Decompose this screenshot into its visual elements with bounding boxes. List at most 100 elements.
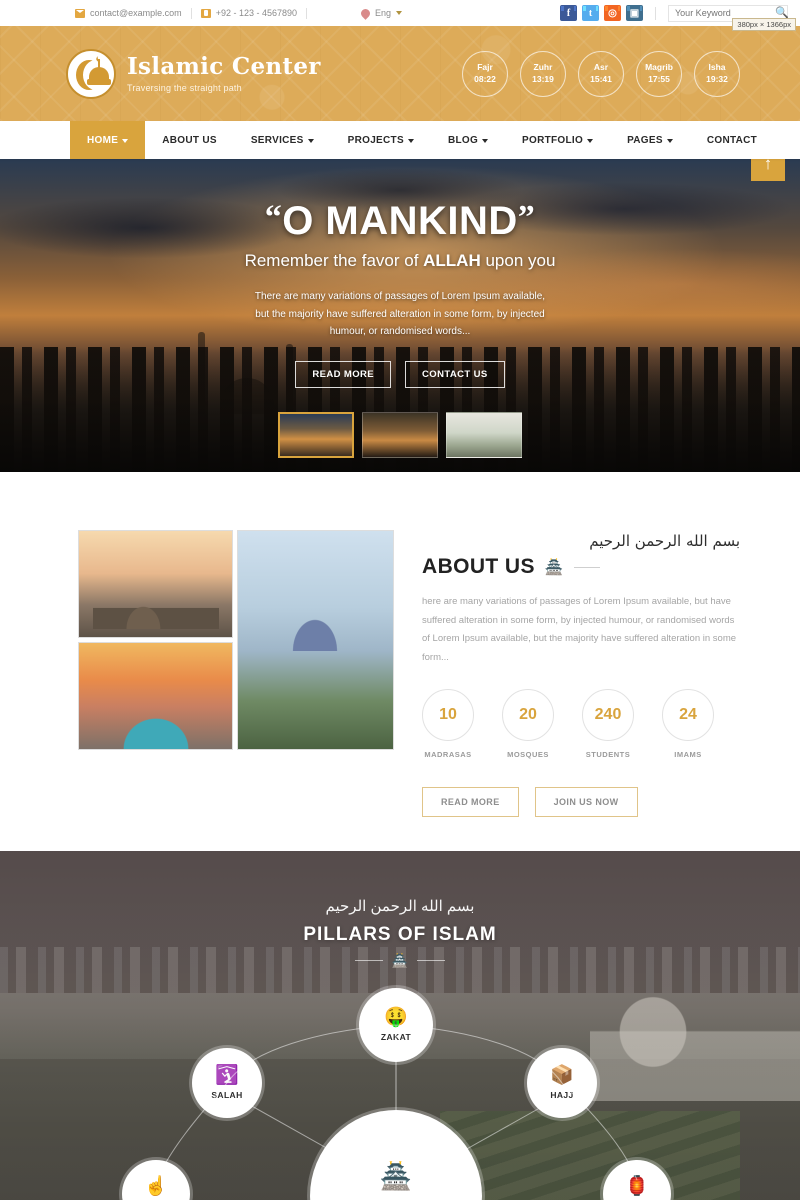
nav-item-services[interactable]: SERVICES: [234, 121, 331, 159]
hero-subtitle: Remember the favor of ALLAH upon you: [0, 251, 800, 271]
social-links: f t ◎ ▣: [560, 5, 643, 21]
nav-item-blog[interactable]: BLOG: [431, 121, 505, 159]
hero-thumbnail-3[interactable]: [446, 411, 522, 458]
search-icon[interactable]: 🔍: [775, 7, 789, 19]
prayer-time-asr: Asr 15:41: [578, 50, 624, 97]
phone-text: +92 - 123 - 4567890: [215, 8, 298, 18]
about-read-more-button[interactable]: READ MORE: [422, 787, 519, 818]
counter-imams: 24 IMAMS: [662, 689, 714, 759]
hero-thumbnail-carousel: [0, 411, 800, 458]
chevron-down-icon: [122, 138, 129, 143]
chevron-down-icon: [587, 138, 594, 143]
prayer-name: Fajr: [477, 62, 493, 73]
about-image-1: [78, 530, 233, 638]
counter-label: MOSQUES: [507, 750, 549, 760]
counter-students: 240 STUDENTS: [582, 689, 634, 759]
counter-madrasas: 10 MADRASAS: [422, 689, 474, 759]
hero-thumbnail-2[interactable]: [362, 411, 438, 458]
chevron-down-icon: [396, 11, 403, 15]
prayer-name: Zuhr: [533, 62, 553, 73]
hero-content: “O MANKIND” Remember the favor of ALLAH …: [0, 159, 800, 458]
pillars-title: PILLARS OF ISLAM: [303, 924, 497, 945]
email-text: contact@example.com: [90, 8, 182, 18]
pointing-finger-icon: ☝: [144, 1176, 168, 1197]
prayer-time: 08:22: [474, 73, 496, 84]
about-buttons: READ MORE JOIN US NOW: [422, 787, 740, 818]
bismillah-calligraphy: بسم الله الرحمن الرحيم: [589, 532, 740, 550]
search-input[interactable]: [675, 8, 769, 18]
prayer-time-magrib: Magrib 17:55: [636, 50, 682, 97]
mail-icon: [75, 8, 85, 18]
nav-item-home[interactable]: HOME: [70, 121, 146, 159]
nav-label: ABOUT US: [162, 134, 217, 146]
hero-contact-us-button[interactable]: CONTACT US: [405, 360, 505, 388]
about-paragraph: here are many variations of passages of …: [422, 596, 737, 663]
pillars-bg-gardens: [440, 1111, 740, 1200]
pillar-label: ZAKAT: [380, 1032, 412, 1042]
about-text-block: بسم الله الرحمن الرحيم ABOUT US 🏯 here a…: [422, 530, 740, 851]
language-label: Eng: [375, 8, 392, 18]
phone-icon: [200, 8, 211, 18]
pillars-divider: 🏯: [0, 954, 800, 967]
nav-item-contact[interactable]: CONTACT: [690, 121, 774, 159]
counter-value: 20: [502, 689, 554, 742]
hero-thumbnail-1[interactable]: [278, 411, 354, 458]
counter-value: 240: [582, 689, 634, 742]
hand-coin-icon: 🤑: [384, 1007, 408, 1028]
prayer-name: Asr: [593, 62, 609, 73]
prayer-time: 19:32: [706, 73, 728, 84]
pillar-label: SALAH: [211, 1090, 243, 1100]
nav-item-about-us[interactable]: ABOUT US: [145, 121, 234, 159]
nav-label: PROJECTS: [347, 134, 404, 146]
heading-divider: [573, 566, 600, 568]
pillar-node-salah[interactable]: 🛐 SALAH: [192, 1048, 262, 1118]
nav-item-portfolio[interactable]: PORTFOLIO: [505, 121, 610, 159]
top-bar: contact@example.com +92 - 123 - 4567890 …: [0, 0, 800, 26]
nav-label: BLOG: [447, 134, 479, 146]
chevron-down-icon: [407, 138, 414, 143]
counter-label: STUDENTS: [585, 750, 631, 760]
chevron-down-icon: [482, 138, 489, 143]
nav-item-projects[interactable]: PROJECTS: [331, 121, 431, 159]
prayer-time-zuhr: Zuhr 13:19: [520, 50, 566, 97]
pillar-node-zakat[interactable]: 🤑 ZAKAT: [359, 988, 433, 1062]
facebook-icon[interactable]: f: [560, 5, 577, 21]
kaaba-icon: 📦: [550, 1065, 574, 1086]
email-item[interactable]: contact@example.com: [66, 8, 191, 18]
mosque-icon: 🏯: [544, 558, 564, 576]
pillars-bg-mosque: [590, 951, 800, 1101]
globe-icon: [359, 6, 372, 20]
counter-label: MADRASAS: [424, 750, 472, 760]
counter-value: 10: [422, 689, 474, 742]
nav-item-pages[interactable]: PAGES: [610, 121, 690, 159]
prayer-time-fajr: Fajr 08:22: [462, 50, 508, 97]
prayer-name: Isha: [708, 62, 726, 73]
pillar-node-hajj[interactable]: 📦 HAJJ: [527, 1048, 597, 1118]
counter-value: 24: [662, 689, 714, 742]
about-join-us-button[interactable]: JOIN US NOW: [534, 787, 638, 818]
phone-item[interactable]: +92 - 123 - 4567890: [192, 8, 306, 18]
nav-label: HOME: [87, 134, 119, 146]
nav-label: PORTFOLIO: [522, 134, 584, 146]
prayer-time-isha: Isha 19:32: [694, 50, 740, 97]
instagram-icon[interactable]: ▣: [626, 5, 643, 21]
about-gallery: [78, 530, 394, 851]
twitter-icon[interactable]: t: [582, 5, 599, 21]
rss-icon[interactable]: ◎: [604, 5, 621, 21]
bismillah-calligraphy: بسم الله الرحمن الرحيم: [325, 898, 475, 915]
hero-read-more-button[interactable]: READ MORE: [295, 360, 392, 388]
divider: [655, 6, 656, 20]
main-navigation: HOME ABOUT US SERVICES PROJECTS BLOG POR…: [0, 121, 800, 159]
logo[interactable]: Islamic Center Traversing the straight p…: [66, 48, 321, 99]
hero-subtitle-pre: Remember the favor of: [244, 251, 424, 270]
language-selector[interactable]: Eng: [359, 6, 403, 20]
hero-title: “O MANKIND”: [0, 199, 800, 242]
mosque-icon: 🏯: [379, 1160, 413, 1191]
site-header: Islamic Center Traversing the straight p…: [0, 26, 800, 121]
pillars-heading: بسم الله الرحمن الرحيم PILLARS OF ISLAM …: [0, 851, 800, 967]
quote-close: ”: [517, 199, 536, 236]
chevron-down-icon: [666, 138, 673, 143]
counter-label: IMAMS: [674, 750, 702, 760]
quote-open: “: [264, 199, 283, 236]
scroll-to-top-button[interactable]: ↑: [751, 159, 785, 181]
